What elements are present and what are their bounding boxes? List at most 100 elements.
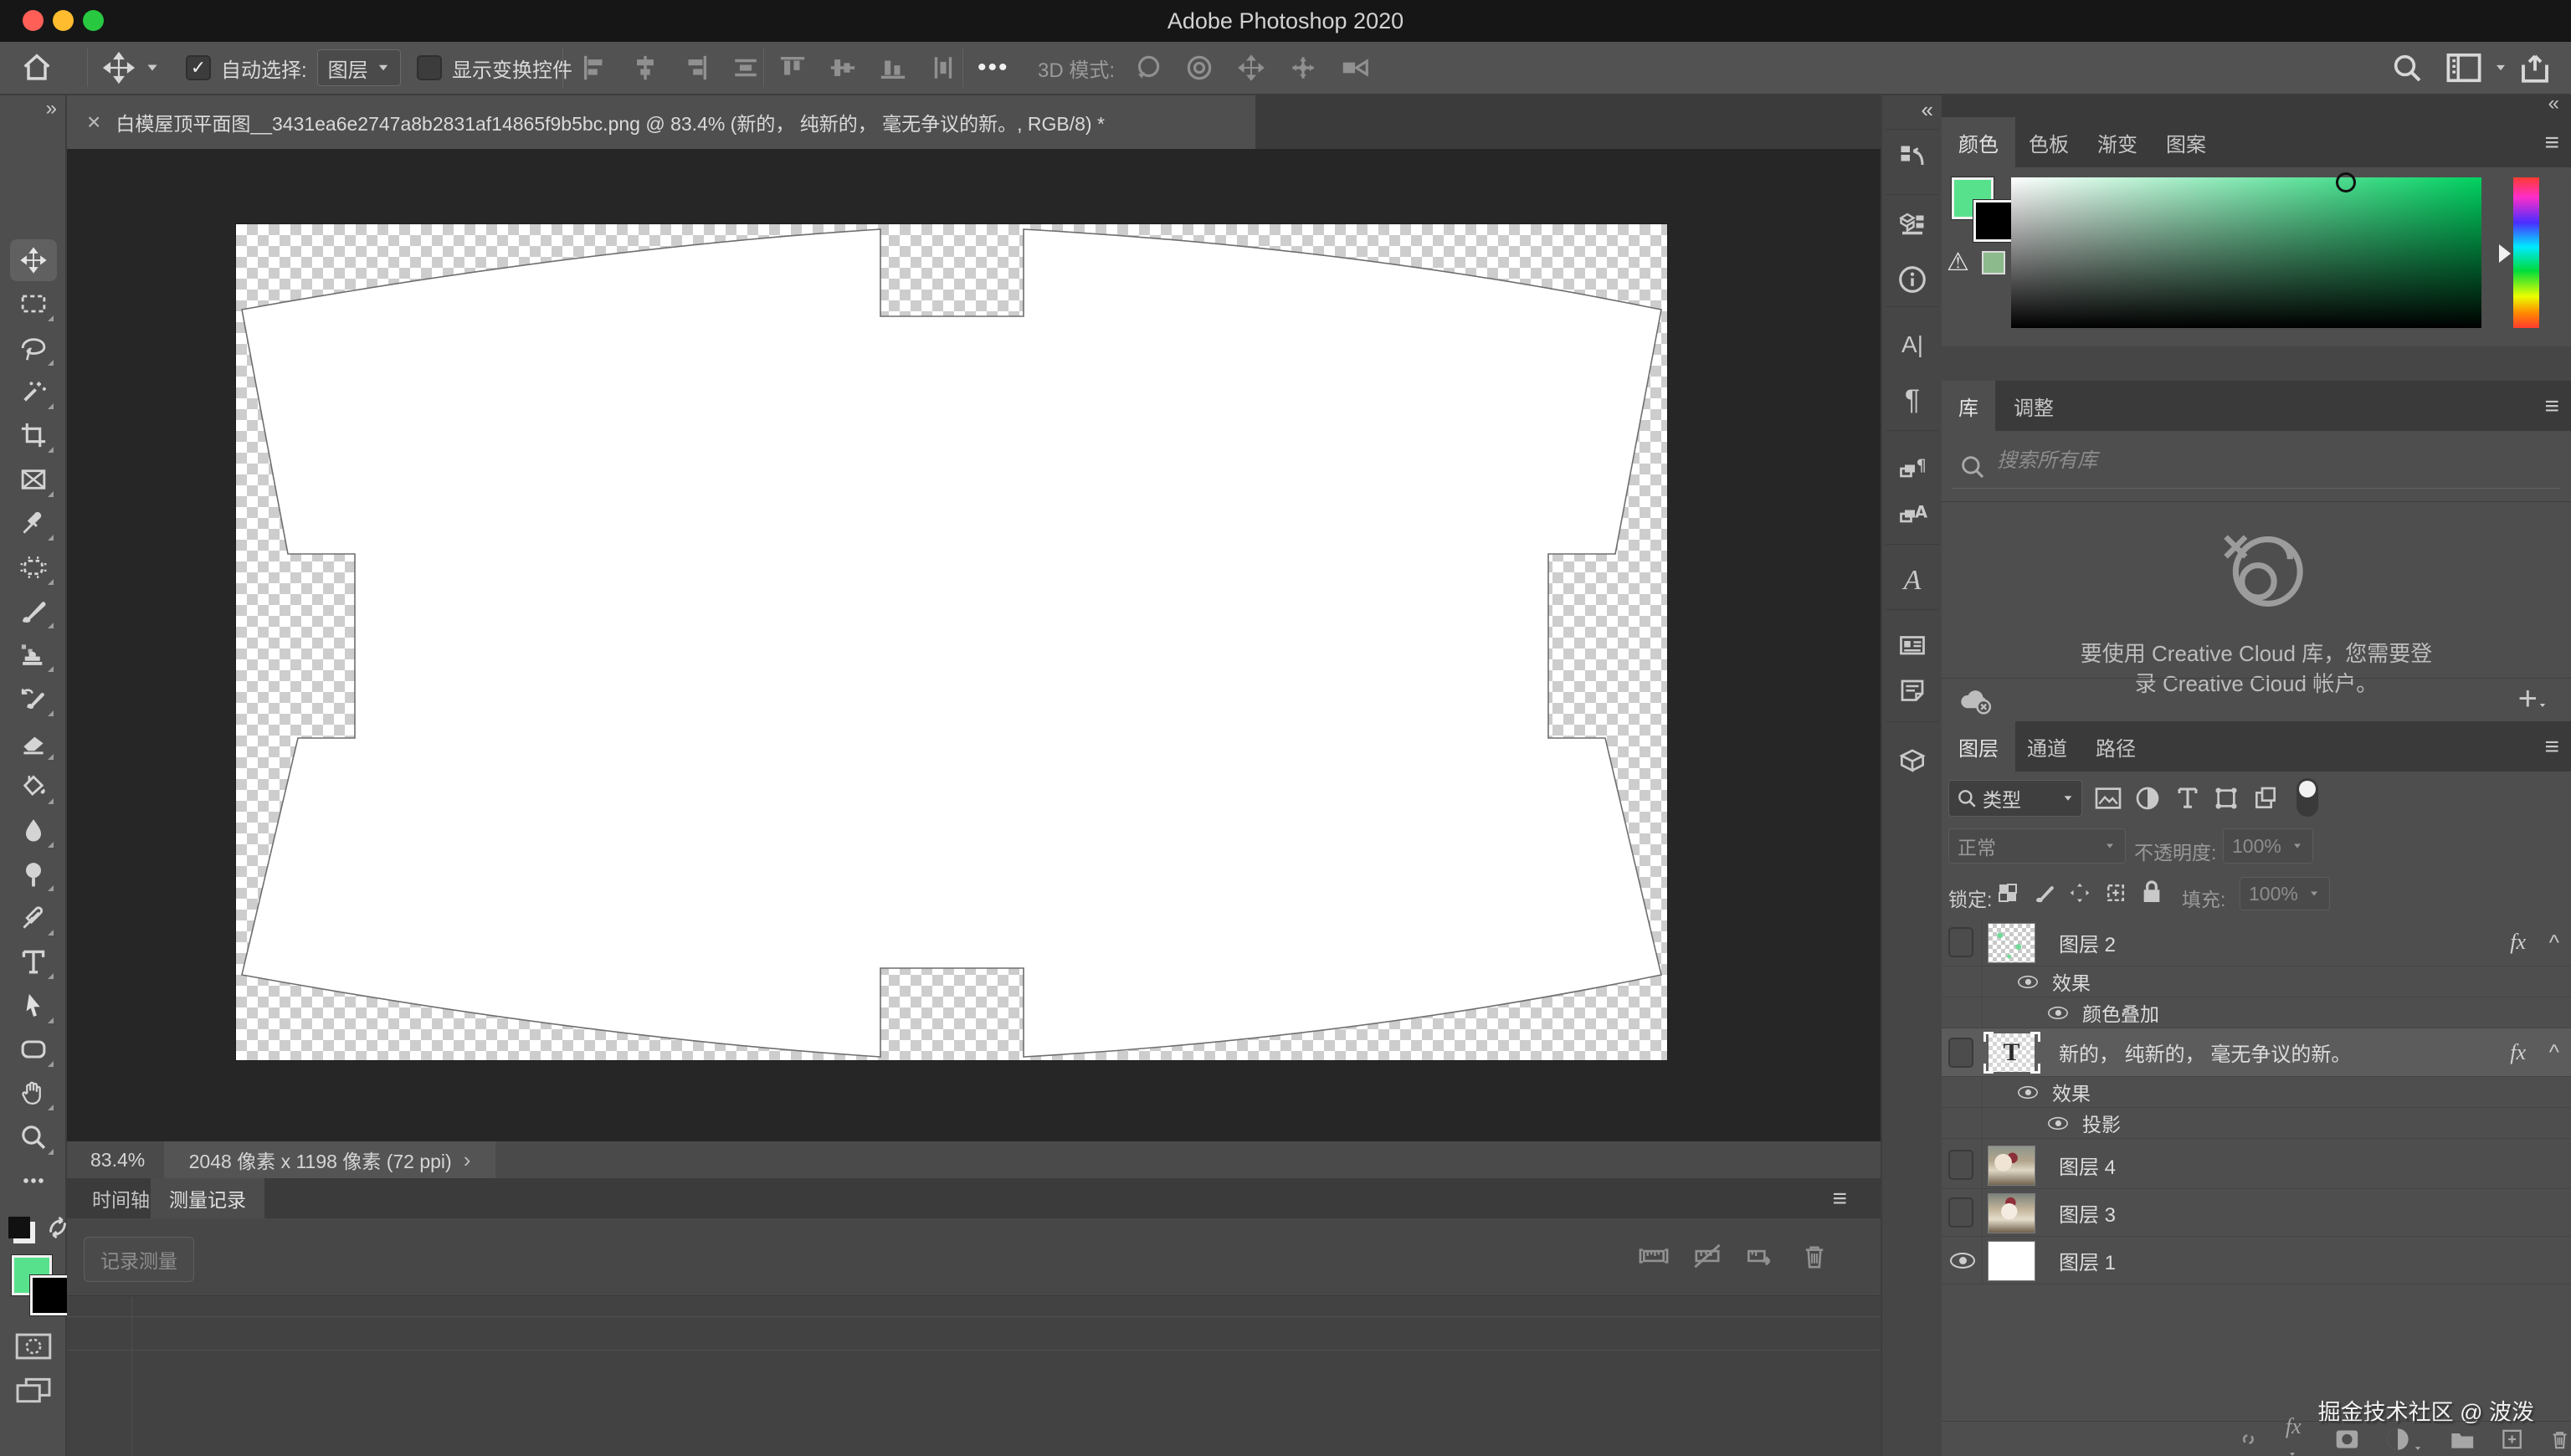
edit-toolbar-button[interactable]	[10, 1160, 57, 1202]
new-layer-icon[interactable]	[2501, 1426, 2523, 1453]
layer-name[interactable]: 图层 2	[2059, 928, 2116, 957]
dodge-tool[interactable]	[10, 853, 57, 895]
quick-mask-icon[interactable]	[15, 1332, 52, 1361]
filter-shape-layers-icon[interactable]	[2213, 785, 2240, 812]
fx-badge[interactable]: fx	[2510, 930, 2526, 955]
eye-icon[interactable]	[2018, 975, 2038, 987]
home-button[interactable]	[20, 42, 54, 94]
new-adjustment-layer-icon[interactable]	[2384, 1426, 2425, 1453]
screen-mode-icon[interactable]	[15, 1376, 52, 1407]
layer-row-2[interactable]: 图层 2 fx ^	[1942, 919, 2571, 966]
document-info[interactable]: 2048 像素 x 1198 像素 (72 ppi) ›	[164, 1141, 495, 1178]
canvas-viewport[interactable]	[67, 149, 1881, 1141]
layer-2-effects-row[interactable]: 效果	[1942, 966, 2571, 997]
align-top-icon[interactable]	[778, 54, 807, 82]
3d-orbit-icon[interactable]	[1132, 52, 1163, 84]
annotations-panel-icon[interactable]	[1894, 628, 1931, 664]
notes-panel-icon[interactable]	[1894, 673, 1931, 710]
distribute-horizontal-icon[interactable]	[731, 54, 760, 82]
lock-artboard-icon[interactable]	[2103, 880, 2128, 905]
layer-row-1[interactable]: 图层 1	[1942, 1237, 2571, 1284]
align-right-icon[interactable]	[681, 54, 710, 82]
layer-filtering-toggle[interactable]	[2296, 778, 2318, 817]
paragraph-styles-panel-icon[interactable]: ¶	[1894, 450, 1931, 487]
toolbar-collapse-button[interactable]: »	[46, 97, 57, 120]
info-panel-icon[interactable]	[1894, 261, 1931, 298]
tab-measurement-log[interactable]: 测量记录	[151, 1178, 264, 1218]
new-group-icon[interactable]	[2450, 1427, 2476, 1452]
search-button[interactable]	[2390, 42, 2424, 94]
close-tab-icon[interactable]: ×	[87, 109, 100, 136]
background-color-swatch[interactable]	[1973, 200, 2015, 242]
history-panel-icon[interactable]	[1894, 139, 1931, 176]
document-tab[interactable]: × 白模屋顶平面图__3431ea6e2747a8b2831af14865f9b…	[67, 95, 1255, 149]
collapse-effects-icon[interactable]: ^	[2549, 930, 2559, 956]
tab-patterns[interactable]: 图案	[2149, 117, 2223, 167]
libraries-panel-menu-icon[interactable]: ≡	[2544, 392, 2559, 421]
expand-panels-button[interactable]: «	[1922, 97, 1932, 123]
opacity-dropdown[interactable]: 100%	[2223, 828, 2313, 864]
zoom-level[interactable]: 83.4%	[90, 1149, 145, 1171]
layer-row-3[interactable]: 图层 3	[1942, 1189, 2571, 1237]
align-center-horizontal-icon[interactable]	[631, 54, 659, 82]
gamut-warning-icon[interactable]: ⚠	[1947, 248, 1969, 277]
background-color-swatch[interactable]	[30, 1275, 70, 1315]
move-tool[interactable]	[10, 239, 57, 281]
text-layer-drop-shadow-row[interactable]: 投影	[1942, 1108, 2571, 1139]
layer-filter-type-dropdown[interactable]: 类型	[1948, 780, 2082, 817]
hue-slider[interactable]	[2513, 177, 2539, 328]
color-panel-menu-icon[interactable]: ≡	[2544, 129, 2559, 157]
tab-adjustments[interactable]: 调整	[1997, 381, 2071, 431]
layer-style-icon[interactable]: fx	[2286, 1414, 2310, 1456]
eye-icon[interactable]	[1950, 1253, 1975, 1269]
3d-pan-icon[interactable]	[1235, 52, 1267, 84]
workspace-switcher[interactable]	[2445, 42, 2507, 94]
character-styles-panel-icon[interactable]: A	[1894, 495, 1931, 532]
collapse-effects-icon[interactable]: ^	[2549, 1039, 2559, 1065]
auto-select-dropdown[interactable]: 图层	[317, 49, 401, 86]
eyedropper-tool[interactable]	[10, 502, 57, 544]
visibility-checkbox[interactable]	[1948, 1197, 1973, 1228]
add-layer-mask-icon[interactable]	[2335, 1427, 2359, 1452]
layers-panel-menu-icon[interactable]: ≡	[2544, 733, 2559, 761]
deselect-measurement-icon[interactable]	[1691, 1240, 1723, 1272]
lock-transparent-pixels-icon[interactable]	[1995, 880, 2020, 905]
filter-type-layers-icon[interactable]	[2175, 785, 2200, 810]
layer-2-color-overlay-row[interactable]: 颜色叠加	[1942, 997, 2571, 1028]
eye-icon[interactable]	[2048, 1116, 2068, 1129]
lock-all-icon[interactable]	[2139, 879, 2164, 905]
default-colors-icon[interactable]	[8, 1217, 30, 1238]
tab-paths[interactable]: 路径	[2079, 721, 2153, 772]
filter-smart-objects-icon[interactable]	[2252, 785, 2279, 812]
filter-adjustment-layers-icon[interactable]	[2134, 785, 2161, 812]
new-library-button[interactable]: +	[2518, 680, 2549, 718]
tab-swatches[interactable]: 色板	[2012, 117, 2086, 167]
crop-tool[interactable]	[10, 414, 57, 456]
visibility-checkbox[interactable]	[1948, 1150, 1973, 1180]
layer-row-4[interactable]: 图层 4	[1942, 1141, 2571, 1189]
start-ruler-icon[interactable]	[1638, 1240, 1670, 1272]
blend-mode-dropdown[interactable]: 正常	[1948, 828, 2126, 864]
gamut-safe-swatch[interactable]	[1982, 251, 2005, 274]
layer-thumbnail[interactable]	[1989, 1242, 2035, 1280]
align-bottom-icon[interactable]	[879, 54, 907, 82]
document-canvas[interactable]	[236, 224, 1667, 1060]
3d-dolly-camera-icon[interactable]	[1339, 52, 1371, 84]
frame-tool[interactable]	[10, 459, 57, 500]
tab-layers[interactable]: 图层	[1942, 721, 2015, 772]
visibility-checkbox[interactable]	[1948, 927, 1973, 957]
export-measurements-icon[interactable]	[1745, 1240, 1777, 1272]
library-search-input[interactable]	[1997, 449, 2449, 473]
align-middle-vertical-icon[interactable]	[829, 54, 857, 82]
collapse-dock-icon[interactable]: «	[2548, 92, 2559, 115]
delete-measurement-icon[interactable]	[1799, 1240, 1830, 1272]
auto-select-checkbox[interactable]: ✓	[186, 55, 211, 80]
color-field[interactable]	[2011, 177, 2481, 328]
eye-icon[interactable]	[2018, 1085, 2038, 1098]
align-left-icon[interactable]	[581, 54, 609, 82]
lasso-tool[interactable]	[10, 327, 57, 369]
clone-stamp-tool[interactable]	[10, 633, 57, 675]
layer-row-text-selected[interactable]: T 新的， 纯新的， 毫无争议的新。 fx ^	[1942, 1028, 2571, 1077]
brush-tool[interactable]	[10, 590, 57, 632]
paragraph-panel-icon[interactable]: ¶	[1894, 382, 1931, 418]
